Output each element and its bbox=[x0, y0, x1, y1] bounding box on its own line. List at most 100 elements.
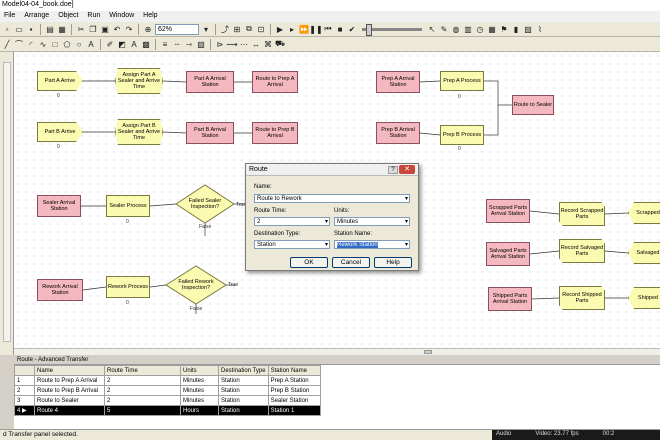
cut-icon[interactable]: ✂ bbox=[76, 24, 86, 34]
module-record[interactable]: Record Scrapped Parts bbox=[559, 202, 605, 226]
column-header[interactable]: Route Time bbox=[104, 365, 181, 376]
column-header[interactable]: Name bbox=[34, 365, 105, 376]
route-time-input[interactable]: 2 ▾ bbox=[254, 217, 330, 226]
connector-line[interactable] bbox=[149, 203, 177, 207]
chevron-down-icon[interactable]: ▾ bbox=[405, 218, 408, 225]
module-route[interactable]: Route to Prep A Arrival bbox=[252, 71, 298, 93]
table-cell[interactable]: Station bbox=[218, 375, 269, 386]
end-icon[interactable]: ■ bbox=[335, 24, 345, 34]
destination-type-select[interactable]: Station ▾ bbox=[254, 240, 330, 249]
fill-color-icon[interactable]: ◩ bbox=[117, 39, 127, 49]
menu-object[interactable]: Object bbox=[58, 12, 78, 22]
ok-button[interactable]: OK bbox=[290, 257, 328, 268]
undo-icon[interactable]: ↶ bbox=[112, 24, 122, 34]
arrow-style-icon[interactable]: ⇾ bbox=[184, 39, 194, 49]
module-assign[interactable]: Assign Part B Sealer and Arrive Time bbox=[115, 119, 163, 145]
connect-icon[interactable]: ⤴ bbox=[220, 24, 230, 34]
run-go-icon[interactable]: ▶ bbox=[275, 24, 285, 34]
module-station[interactable]: Salvaged Parts Arrival Station bbox=[486, 242, 530, 266]
table-cell[interactable]: Route to Sealer bbox=[34, 395, 105, 406]
table-cell[interactable]: Station bbox=[218, 385, 269, 396]
module-station[interactable]: Scrapped Parts Arrival Station bbox=[486, 199, 530, 223]
grid-icon[interactable]: ⊞ bbox=[232, 24, 242, 34]
module-route[interactable]: Route to Prep B Arrival bbox=[252, 122, 298, 144]
table-cell[interactable]: Minutes bbox=[180, 385, 219, 396]
table-row[interactable]: 1 Route to Prep A Arrival 2 Minutes Station P… bbox=[14, 375, 321, 386]
column-header[interactable]: Units bbox=[180, 365, 219, 376]
layers-icon[interactable]: ⧉ bbox=[244, 24, 254, 34]
module-decide[interactable]: Failed Sealer Inspection? bbox=[176, 185, 234, 223]
project-bar-scrollbar[interactable] bbox=[3, 62, 11, 342]
station-name-select[interactable]: Rework Station ▾ bbox=[334, 240, 410, 249]
table-cell[interactable]: Station 1 bbox=[267, 405, 321, 416]
line-width-icon[interactable]: ≡ bbox=[160, 39, 170, 49]
print-icon[interactable]: ▤ bbox=[45, 24, 55, 34]
connector-line[interactable] bbox=[162, 80, 187, 83]
table-cell[interactable]: Station bbox=[218, 405, 269, 416]
text-icon[interactable]: A bbox=[86, 39, 96, 49]
background-color-icon[interactable]: ▩ bbox=[141, 39, 151, 49]
connector-line[interactable] bbox=[604, 212, 629, 215]
table-cell[interactable]: Station bbox=[218, 395, 269, 406]
table-cell[interactable]: 2 bbox=[104, 395, 181, 406]
name-input[interactable]: Route to Rework ▾ bbox=[254, 194, 410, 203]
table-cell[interactable]: 1 bbox=[14, 375, 35, 386]
table-cell[interactable]: Route to Prep A Arrival bbox=[34, 375, 105, 386]
chevron-down-icon[interactable]: ▾ bbox=[405, 195, 408, 202]
connector-line[interactable] bbox=[162, 131, 187, 134]
table-cell[interactable]: Sealer Station bbox=[267, 395, 321, 406]
module-process[interactable]: Prep B Process bbox=[440, 125, 484, 145]
box-icon[interactable]: □ bbox=[50, 39, 60, 49]
table-cell[interactable]: 2 bbox=[104, 385, 181, 396]
module-station[interactable]: Shipped Parts Arrival Station bbox=[488, 287, 532, 311]
distance-icon[interactable]: ↔ bbox=[251, 39, 261, 49]
resource-icon[interactable]: ◍ bbox=[451, 24, 461, 34]
table-row[interactable]: 2 Route to Prep B Arrival 2 Minutes Station P… bbox=[14, 385, 321, 396]
module-process[interactable]: Sealer Process bbox=[106, 195, 150, 217]
chart-icon[interactable]: ▥ bbox=[463, 24, 473, 34]
segment-icon[interactable]: ⋯ bbox=[239, 39, 249, 49]
pause-icon[interactable]: ❚❚ bbox=[309, 24, 322, 34]
module-station[interactable]: Rework Arrival Station bbox=[37, 279, 83, 301]
table-cell[interactable]: 4 ▶ bbox=[14, 405, 35, 416]
line-style-icon[interactable]: ┄ bbox=[172, 39, 182, 49]
units-select[interactable]: Minutes ▾ bbox=[334, 217, 410, 226]
table-cell[interactable]: Prep B Station bbox=[267, 385, 321, 396]
table-row[interactable]: 4 ▶ Route 4 5 Hours Station Station 1 bbox=[14, 405, 321, 416]
module-record[interactable]: Record Salvaged Parts bbox=[559, 239, 605, 263]
polyline-icon[interactable]: ⌒ bbox=[14, 39, 24, 49]
connector-line[interactable] bbox=[419, 80, 441, 83]
arc-icon[interactable]: ◜ bbox=[26, 39, 36, 49]
table-cell[interactable]: 2 bbox=[104, 375, 181, 386]
connector-line[interactable] bbox=[529, 210, 560, 215]
copy-icon[interactable]: ❐ bbox=[88, 24, 98, 34]
level-icon[interactable]: ▮ bbox=[511, 24, 521, 34]
menu-window[interactable]: Window bbox=[109, 12, 134, 22]
module-record[interactable]: Record Shipped Parts bbox=[559, 286, 605, 310]
table-cell[interactable]: Minutes bbox=[180, 375, 219, 386]
module-station[interactable]: Sealer Arrival Station bbox=[37, 195, 81, 217]
plot-icon[interactable]: ⌇ bbox=[535, 24, 545, 34]
module-station[interactable]: Prep A Arrival Station bbox=[376, 71, 420, 93]
cancel-button[interactable]: Cancel bbox=[332, 257, 370, 268]
chevron-down-icon[interactable]: ▾ bbox=[325, 241, 328, 248]
module-dispose[interactable]: Scrapped bbox=[628, 202, 660, 224]
polygon-icon[interactable]: ⬠ bbox=[62, 39, 72, 49]
module-process[interactable]: Rework Process bbox=[106, 276, 150, 298]
module-station[interactable]: Part B Arrival Station bbox=[186, 122, 234, 144]
zoom-icon[interactable]: ⊕ bbox=[143, 24, 153, 34]
module-station[interactable]: Prep B Arrival Station bbox=[376, 122, 420, 144]
station-icon[interactable]: ⊳ bbox=[215, 39, 225, 49]
table-cell[interactable]: Prep A Station bbox=[267, 375, 321, 386]
new-icon[interactable]: ▫ bbox=[2, 24, 12, 34]
route-icon[interactable]: ⟿ bbox=[226, 39, 237, 49]
connector-line[interactable] bbox=[82, 286, 107, 291]
help-button[interactable]: Help bbox=[374, 257, 412, 268]
fast-forward-icon[interactable]: ⏩ bbox=[299, 24, 309, 34]
module-process[interactable]: Prep A Process bbox=[440, 71, 484, 91]
connector-line[interactable] bbox=[529, 250, 560, 255]
pointer-icon[interactable]: ↖ bbox=[427, 24, 437, 34]
help-icon[interactable]: ? bbox=[388, 166, 398, 174]
canvas-horizontal-scrollbar[interactable] bbox=[14, 348, 660, 355]
table-cell[interactable]: Route 4 bbox=[34, 405, 105, 416]
